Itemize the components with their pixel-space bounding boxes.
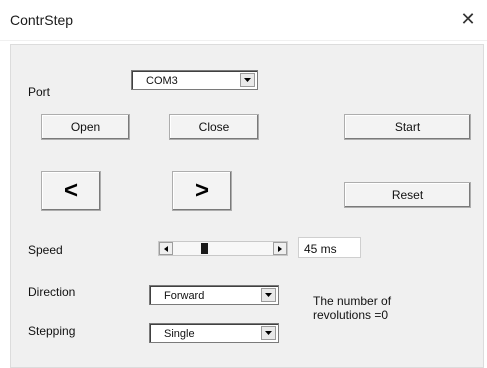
speed-label: Speed — [28, 243, 63, 257]
close-button[interactable]: Close — [169, 114, 259, 140]
chevron-down-icon[interactable] — [261, 326, 276, 340]
title-bar: ContrStep ✕ — [0, 0, 487, 41]
speed-value-field[interactable]: 45 ms — [298, 237, 361, 258]
close-icon[interactable]: ✕ — [455, 6, 481, 32]
dialog-client-area: Port COM3 Open Close Start < > Reset Spe… — [10, 44, 484, 368]
contrstep-window: ContrStep ✕ Port COM3 Open Close Start <… — [0, 0, 487, 368]
reset-button[interactable]: Reset — [344, 182, 471, 208]
port-select-value: COM3 — [146, 75, 178, 87]
speed-value-text: 45 ms — [304, 242, 337, 256]
stepping-label: Stepping — [28, 324, 76, 338]
open-button[interactable]: Open — [41, 114, 130, 140]
revolutions-text-line1: The number of — [313, 294, 392, 308]
stepping-select-value: Single — [164, 328, 195, 340]
speed-slider-thumb[interactable] — [200, 243, 208, 254]
chevron-down-icon[interactable] — [240, 73, 255, 87]
stepping-select[interactable]: Single — [149, 323, 279, 343]
port-label: Port — [28, 85, 51, 99]
direction-select-value: Forward — [164, 290, 205, 302]
revolutions-text-line2: revolutions =0 — [313, 308, 389, 322]
start-button[interactable]: Start — [344, 114, 471, 140]
window-title: ContrStep — [10, 12, 74, 28]
speed-slider[interactable] — [158, 241, 288, 256]
chevron-down-icon[interactable] — [261, 288, 276, 302]
step-forward-button[interactable]: > — [172, 171, 232, 211]
direction-select[interactable]: Forward — [149, 285, 279, 305]
triangle-left-icon[interactable] — [159, 242, 173, 255]
step-back-button[interactable]: < — [41, 171, 101, 211]
port-select[interactable]: COM3 — [131, 70, 258, 90]
triangle-right-icon[interactable] — [273, 242, 287, 255]
direction-label: Direction — [28, 285, 76, 299]
